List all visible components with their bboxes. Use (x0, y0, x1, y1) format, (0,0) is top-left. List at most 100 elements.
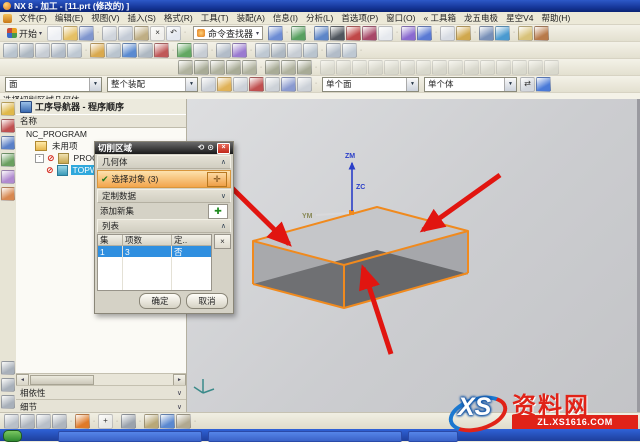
create-geometry-icon[interactable] (35, 43, 50, 58)
flame-icon[interactable] (75, 414, 90, 429)
assembly-navigator-icon[interactable] (1, 119, 15, 133)
part-navigator-icon[interactable] (1, 153, 15, 167)
operator-icon[interactable] (144, 414, 159, 429)
menu-item[interactable]: 格式(R) (160, 12, 197, 24)
cubes-icon[interactable] (176, 414, 191, 429)
toggle-filter-icon[interactable]: ⇄ (520, 77, 535, 92)
sync-icon[interactable] (495, 26, 510, 41)
open-folder-icon[interactable] (63, 26, 78, 41)
chevron-down-icon[interactable]: ▼ (406, 78, 418, 91)
new-file-icon[interactable] (47, 26, 62, 41)
menu-item[interactable]: « 工具箱 (419, 12, 460, 24)
details-section[interactable]: 细节 ∨ (16, 399, 186, 413)
turning-icon[interactable] (226, 60, 241, 75)
feature-hole-icon[interactable] (448, 60, 463, 75)
monitor-icon[interactable] (160, 414, 175, 429)
paste-icon[interactable] (134, 26, 149, 41)
separator[interactable] (248, 44, 254, 57)
feed-rates-icon[interactable] (216, 43, 231, 58)
window-grid-icon[interactable] (378, 26, 393, 41)
delete-icon[interactable]: × (150, 26, 165, 41)
spreadsheet-icon[interactable] (291, 26, 306, 41)
dialog-close-icon[interactable]: × (217, 143, 230, 154)
feature-boss-icon[interactable] (384, 60, 399, 75)
dialog-reset-icon[interactable]: ⟲ (198, 144, 205, 152)
scroll-right-icon[interactable]: ► (173, 374, 186, 386)
lock-icon[interactable] (303, 43, 318, 58)
dialog-titlebar[interactable]: 切削区域 ⟲ ⊙ × (95, 142, 233, 154)
snap-existing-point-icon[interactable] (297, 77, 312, 92)
menu-item[interactable]: 文件(F) (15, 12, 51, 24)
create-tool-icon[interactable] (19, 43, 34, 58)
separator[interactable] (209, 44, 215, 57)
feature-trim-icon[interactable] (544, 60, 559, 75)
start-orb-button[interactable] (3, 430, 22, 442)
create-operation-icon[interactable] (67, 43, 82, 58)
reuse-library-icon[interactable] (1, 170, 15, 184)
snap-quadrant-icon[interactable] (281, 77, 296, 92)
separator[interactable] (83, 44, 89, 57)
wire-edm-icon[interactable] (242, 60, 257, 75)
pencil-icon[interactable] (456, 26, 471, 41)
face-rule-combo[interactable]: 单个面 ▼ (322, 77, 419, 92)
menu-item[interactable]: 帮助(H) (537, 12, 574, 24)
separator[interactable] (182, 26, 188, 39)
app-menu-icon[interactable] (3, 14, 12, 23)
menu-item[interactable]: 首选项(P) (337, 12, 382, 24)
separator[interactable] (313, 61, 319, 74)
geometry-section-header[interactable]: 几何体 ∧ (97, 155, 231, 169)
separator[interactable] (394, 26, 400, 39)
save-icon[interactable] (79, 26, 94, 41)
boundary-icon[interactable] (342, 43, 357, 58)
separator[interactable] (472, 26, 478, 39)
separator[interactable] (192, 415, 198, 428)
simulate-icon[interactable] (138, 43, 153, 58)
cut-icon[interactable] (102, 26, 117, 41)
menu-item[interactable]: 分析(L) (302, 12, 337, 24)
wcs-triad[interactable]: ZM ZC YM (302, 153, 365, 220)
separator[interactable] (114, 415, 120, 428)
mill-contour-icon[interactable] (178, 60, 193, 75)
feature-blend-icon[interactable] (496, 60, 511, 75)
separator[interactable] (358, 44, 364, 57)
link-icon[interactable] (479, 26, 494, 41)
feature-chamfer-icon[interactable] (480, 60, 495, 75)
body-rule-combo[interactable]: 单个体 ▼ (424, 77, 517, 92)
help-tab-icon[interactable] (1, 395, 15, 409)
custom-data-section-header[interactable]: 定制数据 ∨ (97, 189, 231, 203)
menu-item[interactable]: 装配(A) (233, 12, 269, 24)
taskbar-button[interactable] (208, 431, 402, 442)
feature-thread-icon[interactable] (464, 60, 479, 75)
toolpath-list-icon[interactable] (36, 414, 51, 429)
list-section-header[interactable]: 列表 ∧ (97, 219, 231, 233)
chevron-down-icon[interactable]: ▼ (185, 78, 197, 91)
crane-icon[interactable] (121, 414, 136, 429)
3d-scene[interactable]: ZM ZC YM (186, 99, 637, 413)
snap-point-icon[interactable] (201, 77, 216, 92)
mail-icon[interactable] (518, 26, 533, 41)
snap-endpoint-icon[interactable] (217, 77, 232, 92)
add-new-set-button[interactable]: ✚ (208, 204, 228, 219)
pie-chart-icon[interactable] (330, 26, 345, 41)
separator[interactable] (137, 415, 143, 428)
feature-groove-icon[interactable] (432, 60, 447, 75)
type-filter-combo[interactable]: 面 ▼ (5, 77, 102, 92)
create-method-icon[interactable] (51, 43, 66, 58)
tool-path-editor-icon[interactable] (232, 43, 247, 58)
navigator-hscrollbar[interactable]: ◄ ► (16, 373, 186, 385)
create-program-icon[interactable] (3, 43, 18, 58)
feature-block-icon[interactable] (320, 60, 335, 75)
palette-tab-icon[interactable] (1, 361, 15, 375)
feature-cylinder-icon[interactable] (336, 60, 351, 75)
collapse-icon[interactable]: - (35, 154, 44, 163)
mill-planar-icon[interactable] (194, 60, 209, 75)
feature-pad-icon[interactable] (416, 60, 431, 75)
machine-icon[interactable] (154, 43, 169, 58)
scroll-left-icon[interactable]: ◄ (16, 374, 29, 386)
mill-flow-icon[interactable] (297, 60, 312, 75)
hd3d-tools-icon[interactable] (1, 187, 15, 201)
history-tab-icon[interactable] (1, 378, 15, 392)
separator[interactable] (319, 44, 325, 57)
snap-center-icon[interactable] (265, 77, 280, 92)
separator[interactable] (511, 26, 517, 39)
